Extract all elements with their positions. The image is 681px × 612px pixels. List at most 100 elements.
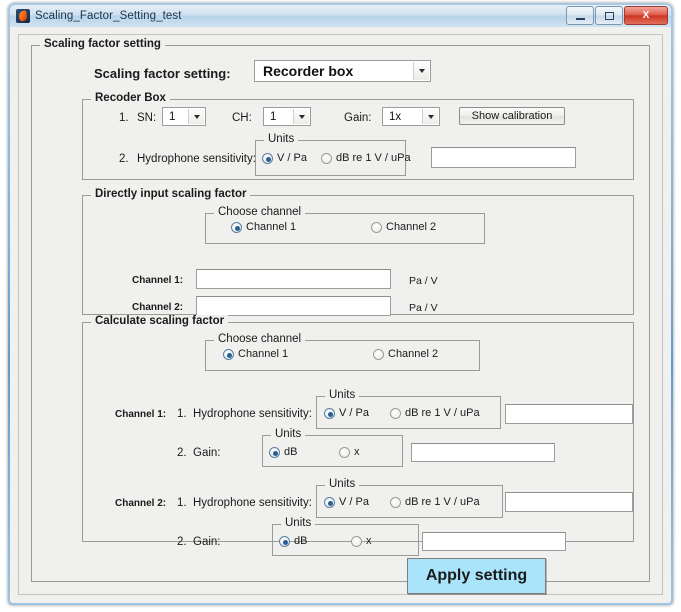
minimize-icon bbox=[575, 17, 585, 20]
calc-ch2-gain-number: 2. bbox=[177, 536, 187, 548]
group-calc-ch1-gain-units-title: Units bbox=[271, 428, 306, 440]
recorder-unit-vpa-label: V / Pa bbox=[277, 152, 307, 164]
radio-dot-icon bbox=[339, 447, 350, 458]
title-bar[interactable]: Scaling_Factor_Setting_test X bbox=[10, 5, 671, 27]
direct-ch2-unit: Pa / V bbox=[409, 302, 438, 314]
maximize-icon bbox=[604, 11, 614, 20]
chevron-down-icon[interactable] bbox=[293, 109, 309, 124]
sn-select[interactable]: 1 bbox=[162, 107, 206, 126]
radio-dot-icon bbox=[223, 349, 234, 360]
chevron-down-icon[interactable] bbox=[422, 109, 438, 124]
direct-channel2-label: Channel 2 bbox=[386, 221, 437, 233]
calc-ch1-hydrophone-label: Hydrophone sensitivity: bbox=[193, 408, 312, 420]
calc-ch1-hydrophone-number: 1. bbox=[177, 408, 187, 420]
chevron-down-icon[interactable] bbox=[413, 62, 429, 80]
radio-dot-icon bbox=[390, 408, 401, 419]
mode-select[interactable]: Recorder box bbox=[254, 60, 431, 82]
radio-dot-icon bbox=[371, 222, 382, 233]
matlab-icon bbox=[16, 9, 30, 23]
sn-label: SN: bbox=[137, 112, 157, 124]
radio-dot-icon bbox=[324, 408, 335, 419]
mode-select-value: Recorder box bbox=[263, 63, 354, 79]
calc-ch1-unit-vpa-label: V / Pa bbox=[339, 407, 369, 419]
ch-label: CH: bbox=[232, 112, 252, 124]
window-inner: Scaling_Factor_Setting_test X Scaling fa… bbox=[10, 5, 671, 603]
direct-ch2-label: Channel 2: bbox=[132, 302, 184, 313]
calc-ch2-hydrophone-label: Hydrophone sensitivity: bbox=[193, 497, 312, 509]
recorder-unit-db-radio[interactable]: dB re 1 V / uPa bbox=[321, 153, 411, 164]
calc-channel2-radio[interactable]: Channel 2 bbox=[373, 349, 438, 360]
close-button[interactable]: X bbox=[624, 6, 668, 25]
calc-ch1-unit-db-label: dB re 1 V / uPa bbox=[405, 407, 480, 419]
recorder-row1-number: 1. bbox=[119, 112, 129, 124]
radio-dot-icon bbox=[231, 222, 242, 233]
calc-ch2-gain-db-radio[interactable]: dB bbox=[279, 536, 307, 547]
maximize-button[interactable] bbox=[595, 6, 623, 25]
calc-ch2-gain-db-label: dB bbox=[294, 535, 308, 547]
window-content: Scaling factor setting Scaling factor se… bbox=[10, 27, 671, 603]
chevron-down-icon[interactable] bbox=[188, 109, 204, 124]
calc-ch1-gain-db-radio[interactable]: dB bbox=[269, 447, 297, 458]
mode-label: Scaling factor setting: bbox=[94, 66, 231, 81]
calc-ch1-gain-db-label: dB bbox=[284, 446, 298, 458]
group-recorder-units-title: Units bbox=[264, 133, 299, 145]
direct-channel1-radio[interactable]: Channel 1 bbox=[231, 222, 296, 233]
group-calc-ch2-gain-units-title: Units bbox=[281, 517, 316, 529]
group-calc-choose-channel-title: Choose channel bbox=[214, 333, 306, 345]
calc-ch2-hydrophone-number: 1. bbox=[177, 497, 187, 509]
radio-dot-icon bbox=[262, 153, 273, 164]
calc-ch2-gain-input[interactable] bbox=[422, 532, 566, 551]
group-scaling-factor-setting-title: Scaling factor setting bbox=[40, 38, 165, 50]
direct-ch2-input[interactable] bbox=[196, 296, 391, 316]
calc-ch2-unit-vpa-radio[interactable]: V / Pa bbox=[324, 497, 369, 508]
radio-dot-icon bbox=[321, 153, 332, 164]
calc-ch2-unit-vpa-label: V / Pa bbox=[339, 496, 369, 508]
recorder-row2-number: 2. bbox=[119, 153, 129, 165]
calc-ch2-gain-x-radio[interactable]: x bbox=[351, 536, 372, 547]
gain-select[interactable]: 1x bbox=[382, 107, 440, 126]
group-directly-input-title: Directly input scaling factor bbox=[91, 188, 251, 200]
calc-channel1-radio[interactable]: Channel 1 bbox=[223, 349, 288, 360]
calc-ch1-hydrophone-input[interactable] bbox=[505, 404, 633, 424]
main-panel: Scaling factor setting Scaling factor se… bbox=[18, 34, 663, 595]
group-calc-ch1-hydrophone-units-title: Units bbox=[325, 389, 360, 401]
direct-channel2-radio[interactable]: Channel 2 bbox=[371, 222, 436, 233]
group-direct-choose-channel-title: Choose channel bbox=[214, 206, 306, 218]
direct-ch1-input[interactable] bbox=[196, 269, 391, 289]
calc-ch1-gain-label: Gain: bbox=[193, 447, 221, 459]
apply-setting-button[interactable]: Apply setting bbox=[407, 558, 546, 594]
minimize-button[interactable] bbox=[566, 6, 594, 25]
direct-ch1-unit: Pa / V bbox=[409, 275, 438, 287]
group-recoder-box-title: Recoder Box bbox=[91, 92, 170, 104]
radio-dot-icon bbox=[373, 349, 384, 360]
recorder-unit-db-label: dB re 1 V / uPa bbox=[336, 152, 411, 164]
calc-ch2-unit-db-radio[interactable]: dB re 1 V / uPa bbox=[390, 497, 480, 508]
sn-select-value: 1 bbox=[169, 110, 176, 123]
calc-ch1-gain-input[interactable] bbox=[411, 443, 555, 462]
calc-ch1-tag: Channel 1: bbox=[115, 409, 167, 420]
window-title: Scaling_Factor_Setting_test bbox=[35, 10, 182, 22]
radio-dot-icon bbox=[390, 497, 401, 508]
calc-ch2-unit-db-label: dB re 1 V / uPa bbox=[405, 496, 480, 508]
gain-label: Gain: bbox=[344, 112, 372, 124]
ch-select[interactable]: 1 bbox=[263, 107, 311, 126]
radio-dot-icon bbox=[279, 536, 290, 547]
calc-channel1-label: Channel 1 bbox=[238, 348, 289, 360]
calc-ch2-hydrophone-input[interactable] bbox=[505, 492, 633, 512]
recorder-sensitivity-input[interactable] bbox=[431, 147, 576, 168]
calc-ch1-unit-vpa-radio[interactable]: V / Pa bbox=[324, 408, 369, 419]
recorder-hydrophone-label: Hydrophone sensitivity: bbox=[137, 153, 256, 165]
recorder-unit-vpa-radio[interactable]: V / Pa bbox=[262, 153, 307, 164]
calc-ch1-gain-x-radio[interactable]: x bbox=[339, 447, 360, 458]
calc-ch1-unit-db-radio[interactable]: dB re 1 V / uPa bbox=[390, 408, 480, 419]
ch-select-value: 1 bbox=[270, 110, 277, 123]
calc-ch2-gain-label: Gain: bbox=[193, 536, 221, 548]
group-calc-ch2-hydrophone-units-title: Units bbox=[325, 478, 360, 490]
gain-select-value: 1x bbox=[389, 110, 402, 123]
calc-ch1-gain-number: 2. bbox=[177, 447, 187, 459]
show-calibration-label: Show calibration bbox=[471, 110, 553, 122]
radio-dot-icon bbox=[351, 536, 362, 547]
apply-setting-label: Apply setting bbox=[425, 567, 528, 584]
calc-ch1-gain-x-label: x bbox=[354, 446, 360, 458]
show-calibration-button[interactable]: Show calibration bbox=[459, 107, 565, 125]
